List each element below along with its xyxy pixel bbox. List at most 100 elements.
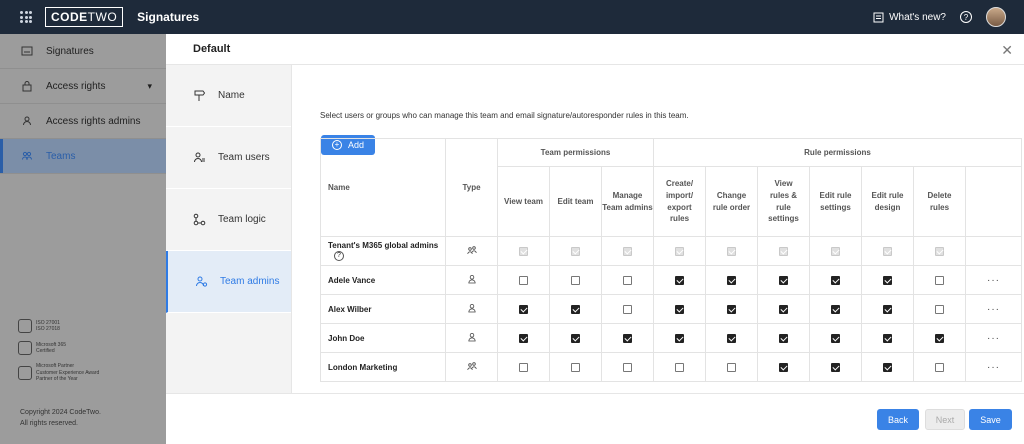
permission-checkbox[interactable] xyxy=(935,275,944,285)
user-avatar[interactable] xyxy=(986,7,1006,27)
rule-perm-col-header: Change rule order xyxy=(705,166,758,237)
permission-checkbox xyxy=(571,246,580,256)
more-options-icon[interactable]: ··· xyxy=(987,304,1000,315)
permission-checkbox[interactable] xyxy=(883,333,892,343)
sidebar-item-teams[interactable]: Teams xyxy=(0,139,166,174)
permission-checkbox[interactable] xyxy=(935,304,944,314)
permission-checkbox[interactable] xyxy=(831,362,840,372)
logo-code-text: CODE xyxy=(51,10,88,24)
permission-checkbox xyxy=(623,246,632,256)
certification-badges: ISO 27001 ISO 27018 Microsoft 365 Certifie… xyxy=(18,319,99,391)
permission-checkbox[interactable] xyxy=(779,304,788,314)
sidebar: Signatures Access rights ▾ Access rights… xyxy=(0,34,166,444)
permission-checkbox[interactable] xyxy=(779,275,788,285)
permission-checkbox[interactable] xyxy=(831,304,840,314)
permission-checkbox[interactable] xyxy=(519,275,528,285)
menu-col-header xyxy=(965,166,1022,237)
permission-checkbox[interactable] xyxy=(727,362,736,372)
permission-checkbox[interactable] xyxy=(519,333,528,343)
step-team-logic[interactable]: Team logic xyxy=(166,189,291,251)
row-name-text: Alex Wilber xyxy=(328,304,372,314)
permission-checkbox[interactable] xyxy=(675,304,684,314)
permission-checkbox[interactable] xyxy=(519,304,528,314)
permission-cell xyxy=(653,265,706,295)
table-row[interactable]: Alex Wilber ··· xyxy=(320,294,1022,324)
table-row[interactable]: Adele Vance ··· xyxy=(320,265,1022,295)
team-users-icon xyxy=(192,151,206,165)
permission-checkbox[interactable] xyxy=(727,275,736,285)
codetwo-logo: CODE TWO xyxy=(45,7,124,27)
sidebar-item-label: Access rights admins xyxy=(46,115,141,127)
rule-perm-col-header: Delete rules xyxy=(913,166,966,237)
row-name: John Doe xyxy=(320,323,446,353)
permission-cell xyxy=(757,236,810,266)
permission-checkbox[interactable] xyxy=(935,333,944,343)
permission-checkbox[interactable] xyxy=(779,333,788,343)
app-launcher-icon[interactable] xyxy=(20,11,32,23)
table-row[interactable]: London Marketing ··· xyxy=(320,352,1022,382)
sidebar-item-access-rights[interactable]: Access rights ▾ xyxy=(0,69,166,104)
close-icon[interactable]: ✕ xyxy=(1001,42,1013,59)
permission-checkbox[interactable] xyxy=(571,362,580,372)
permission-cell xyxy=(861,236,914,266)
permission-checkbox[interactable] xyxy=(883,362,892,372)
permission-checkbox[interactable] xyxy=(519,362,528,372)
sidebar-item-access-rights-admins[interactable]: Access rights admins xyxy=(0,104,166,139)
info-icon[interactable]: ? xyxy=(334,250,344,261)
permission-checkbox[interactable] xyxy=(571,304,580,314)
whats-new-link[interactable]: What's new? xyxy=(873,12,946,23)
permission-cell xyxy=(809,323,862,353)
row-name-text: Tenant's M365 global admins xyxy=(328,241,439,251)
step-team-admins[interactable]: Team admins xyxy=(166,251,291,313)
table-row[interactable]: Tenant's M365 global admins? xyxy=(320,236,1022,266)
more-options-icon[interactable]: ··· xyxy=(987,275,1000,286)
permission-checkbox[interactable] xyxy=(727,333,736,343)
step-team-users[interactable]: Team users xyxy=(166,127,291,189)
permission-checkbox[interactable] xyxy=(675,275,684,285)
more-options-icon[interactable]: ··· xyxy=(987,333,1000,344)
permission-checkbox[interactable] xyxy=(727,304,736,314)
permission-checkbox[interactable] xyxy=(883,275,892,285)
permission-cell xyxy=(705,294,758,324)
modal-title: Default xyxy=(166,34,1024,65)
permission-checkbox[interactable] xyxy=(883,304,892,314)
permission-checkbox[interactable] xyxy=(623,333,632,343)
permission-checkbox[interactable] xyxy=(935,362,944,372)
permission-cell xyxy=(549,265,602,295)
help-icon[interactable]: ? xyxy=(960,11,972,23)
permission-checkbox[interactable] xyxy=(779,362,788,372)
next-button[interactable]: Next xyxy=(925,409,965,430)
permission-cell xyxy=(809,265,862,295)
row-name-text: John Doe xyxy=(328,333,365,343)
permission-checkbox[interactable] xyxy=(571,333,580,343)
permission-checkbox[interactable] xyxy=(675,362,684,372)
permission-checkbox[interactable] xyxy=(675,333,684,343)
sidebar-item-label: Teams xyxy=(46,150,76,162)
permission-cell xyxy=(705,352,758,382)
save-button[interactable]: Save xyxy=(969,409,1012,430)
permission-cell xyxy=(549,236,602,266)
permission-checkbox[interactable] xyxy=(623,362,632,372)
sidebar-item-signatures[interactable]: Signatures xyxy=(0,34,166,69)
chevron-down-icon[interactable]: ▾ xyxy=(147,81,152,92)
team-icon xyxy=(20,149,34,163)
step-name[interactable]: Name xyxy=(166,65,291,127)
lock-icon xyxy=(20,79,34,93)
permission-checkbox[interactable] xyxy=(571,275,580,285)
back-button[interactable]: Back xyxy=(877,409,919,430)
permission-cell xyxy=(549,352,602,382)
modal-footer: Back Next Save xyxy=(166,393,1024,444)
row-menu-cell: ··· xyxy=(965,323,1022,353)
permission-checkbox[interactable] xyxy=(623,304,632,314)
table-row[interactable]: John Doe ··· xyxy=(320,323,1022,353)
signature-icon xyxy=(20,44,34,58)
microsoft-icon xyxy=(18,365,32,380)
permission-checkbox[interactable] xyxy=(831,275,840,285)
row-menu-cell: ··· xyxy=(965,265,1022,295)
permission-checkbox[interactable] xyxy=(831,333,840,343)
more-options-icon[interactable]: ··· xyxy=(987,362,1000,373)
sidebar-item-label: Signatures xyxy=(46,45,94,57)
permission-checkbox xyxy=(727,246,736,256)
permission-checkbox[interactable] xyxy=(623,275,632,285)
permission-cell xyxy=(913,352,966,382)
